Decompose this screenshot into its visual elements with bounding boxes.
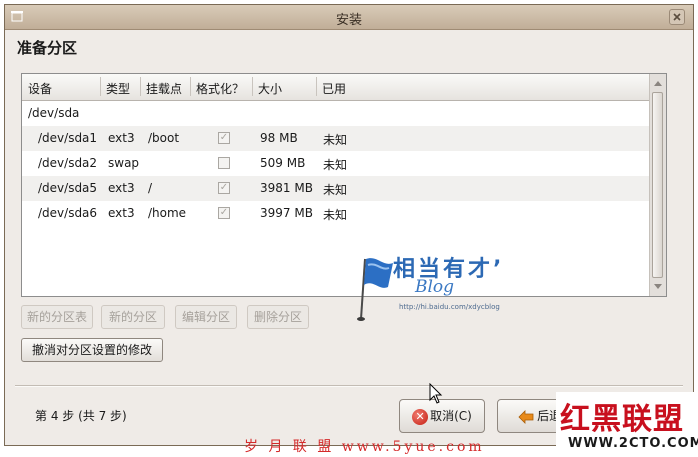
edit-partition-button[interactable]: 编辑分区 <box>175 305 237 329</box>
size-cell: 3997 MB <box>260 206 313 220</box>
column-divider <box>140 77 141 96</box>
used-cell: 未知 <box>323 133 348 147</box>
table-row[interactable]: /dev/sda6 ext3 /home ✓ 3997 MB 未知 <box>22 201 650 226</box>
size-cell: 3981 MB <box>260 181 313 195</box>
installer-window: 安装 准备分区 设备 类型 挂载点 格式化？ 大小 已用 /dev/sda /d… <box>4 4 694 446</box>
flag-icon <box>357 258 393 321</box>
table-row[interactable]: /dev/sda5 ext3 / ✓ 3981 MB 未知 <box>22 176 650 201</box>
device-cell: /dev/sda <box>28 106 80 120</box>
step-indicator: 第 4 步 (共 7 步) <box>35 409 127 423</box>
logo-url-text: WWW.2CTO.COM <box>568 436 698 451</box>
table-header: 设备 类型 挂载点 格式化？ 大小 已用 <box>22 74 650 101</box>
table-row[interactable]: /dev/sda2 swap 509 MB 未知 <box>22 151 650 176</box>
mount-cell: / <box>148 181 153 195</box>
column-header-mount[interactable]: 挂载点 <box>146 80 182 97</box>
used-cell: 未知 <box>323 158 348 172</box>
size-cell: 509 MB <box>260 156 306 170</box>
title-bar: 安装 <box>5 5 693 30</box>
mouse-cursor-icon <box>429 383 443 404</box>
blog-url-text: http://hi.baidu.com/xdycblog <box>399 303 500 311</box>
scroll-down-arrow-icon[interactable] <box>654 284 662 289</box>
column-divider <box>252 77 253 96</box>
size-cell: 98 MB <box>260 131 298 145</box>
column-header-size[interactable]: 大小 <box>258 80 282 97</box>
new-partition-button[interactable]: 新的分区 <box>101 305 165 329</box>
device-cell: /dev/sda5 <box>38 181 98 195</box>
column-divider <box>190 77 191 96</box>
table-row[interactable]: /dev/sda1 ext3 /boot ✓ 98 MB 未知 <box>22 126 650 151</box>
undo-partition-changes-button[interactable]: 撤消对分区设置的修改 <box>21 338 163 362</box>
window-close-button[interactable] <box>669 9 685 25</box>
device-cell: /dev/sda6 <box>38 206 98 220</box>
type-cell: ext3 <box>108 181 135 195</box>
column-divider <box>316 77 317 96</box>
column-header-format[interactable]: 格式化？ <box>196 80 244 97</box>
table-scrollbar[interactable] <box>649 74 666 296</box>
scroll-up-arrow-icon[interactable] <box>654 81 662 86</box>
site-logo: 红黑联盟 WWW.2CTO.COM <box>556 392 698 456</box>
cancel-button-label: 取消(C) <box>430 409 472 423</box>
type-cell: ext3 <box>108 206 135 220</box>
page-title: 准备分区 <box>17 39 78 57</box>
new-partition-table-button[interactable]: 新的分区表 <box>21 305 93 329</box>
column-header-device[interactable]: 设备 <box>28 80 52 97</box>
format-checkbox[interactable]: ✓ <box>218 207 230 219</box>
format-checkbox[interactable] <box>218 157 230 169</box>
blog-watermark: 相当有才’ Blog http://hi.baidu.com/xdycblog <box>357 251 547 323</box>
scroll-thumb[interactable] <box>652 92 663 278</box>
used-cell: 未知 <box>323 208 348 222</box>
mount-cell: /home <box>148 206 187 220</box>
column-divider <box>100 77 101 96</box>
type-cell: ext3 <box>108 131 135 145</box>
device-cell: /dev/sda1 <box>38 131 98 145</box>
delete-partition-button[interactable]: 删除分区 <box>247 305 309 329</box>
format-checkbox[interactable]: ✓ <box>218 182 230 194</box>
partition-table: 设备 类型 挂载点 格式化？ 大小 已用 /dev/sda /dev/sda1 … <box>21 73 667 297</box>
blog-word-text: Blog <box>415 277 455 297</box>
back-arrow-icon <box>518 409 534 424</box>
cancel-icon: ✕ <box>412 408 429 425</box>
used-cell: 未知 <box>323 183 348 197</box>
close-icon <box>673 13 681 21</box>
type-cell: swap <box>108 156 140 170</box>
window-title: 安装 <box>335 13 362 28</box>
column-header-type[interactable]: 类型 <box>106 80 130 97</box>
footer-separator <box>15 385 683 387</box>
format-checkbox[interactable]: ✓ <box>218 132 230 144</box>
site-watermark: 岁 月 联 盟 www.5yue.com <box>244 439 485 455</box>
device-cell: /dev/sda2 <box>38 156 98 170</box>
table-row-parent[interactable]: /dev/sda <box>22 101 650 126</box>
column-header-used[interactable]: 已用 <box>322 80 346 97</box>
logo-main-text: 红黑联盟 <box>560 402 684 437</box>
mount-cell: /boot <box>148 131 180 145</box>
